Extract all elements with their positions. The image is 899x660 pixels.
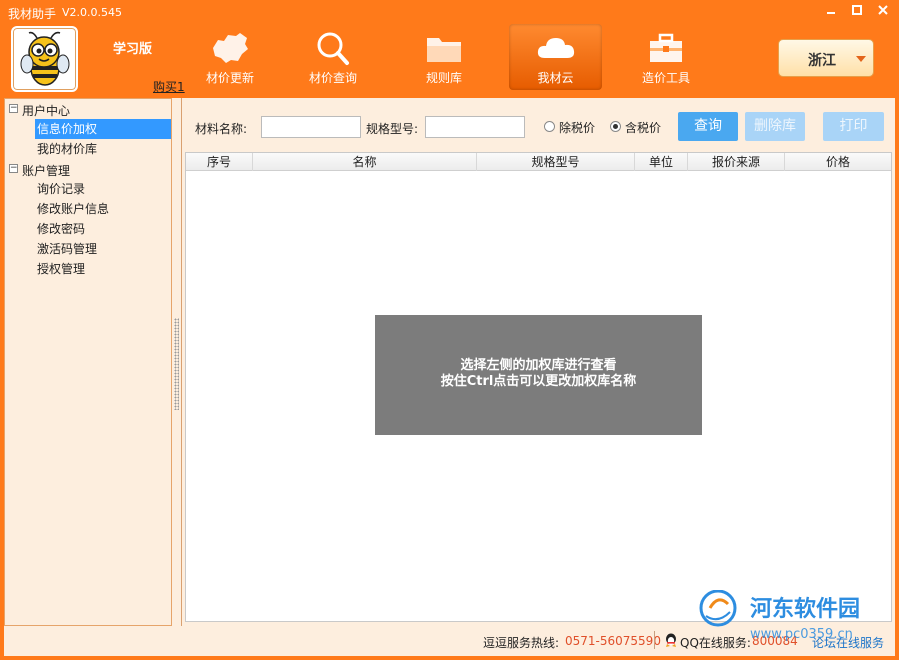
tree-group-label: 账户管理: [22, 164, 71, 178]
material-name-input[interactable]: [261, 116, 361, 138]
tree-group-user-center[interactable]: − 用户中心: [5, 99, 171, 119]
cloud-icon: [537, 38, 574, 58]
nav-cost-tools[interactable]: 造价工具: [618, 24, 714, 90]
hotline-label: 逗逗服务热线:: [483, 636, 560, 650]
app-version: V2.0.0.545: [62, 6, 123, 19]
tree-item-change-password[interactable]: 修改密码: [5, 219, 171, 239]
collapse-icon[interactable]: −: [9, 104, 18, 113]
tree-item-activation-codes[interactable]: 激活码管理: [5, 239, 171, 259]
tree-group-label: 用户中心: [22, 104, 71, 118]
nav-price-update[interactable]: 材价更新: [182, 24, 278, 90]
nav-my-cloud[interactable]: 我材云: [509, 24, 602, 90]
column-header-source[interactable]: 报价来源: [688, 153, 785, 171]
pane-splitter[interactable]: [172, 98, 182, 626]
nav-label: 规则库: [425, 71, 462, 85]
tree-group-account-management[interactable]: − 账户管理: [5, 159, 171, 179]
tree-item-authorization[interactable]: 授权管理: [5, 259, 171, 279]
status-divider: [654, 631, 655, 649]
tree-item-inquiry-records[interactable]: 询价记录: [5, 179, 171, 199]
header-toolbar: 学习版 购买1 材价更新 材价查询 规则库 我材云 造价工具 浙江: [0, 24, 899, 98]
column-header-name[interactable]: 名称: [253, 153, 477, 171]
print-button[interactable]: 打印: [823, 112, 884, 141]
column-header-price[interactable]: 价格: [785, 153, 891, 171]
empty-state-hint: 选择左侧的加权库进行查看 按住Ctrl点击可以更改加权库名称: [375, 315, 702, 435]
qq-penguin-icon: [666, 633, 676, 647]
material-name-label: 材料名称:: [195, 122, 248, 136]
nav-label: 材价查询: [308, 71, 357, 85]
edition-label: 学习版: [113, 42, 153, 57]
china-map-icon: [213, 33, 248, 63]
chevron-down-icon: [856, 56, 866, 62]
sidebar-tree: − 用户中心 信息价加权 我的材价库 − 账户管理 询价记录 修改账户信息 修改…: [4, 98, 172, 626]
nav-label: 我材云: [537, 71, 574, 85]
column-header-index[interactable]: 序号: [186, 153, 253, 171]
filter-bar: 材料名称: 规格型号: 除税价 含税价 查询 删除库 打印: [182, 98, 895, 152]
tree-item-edit-account[interactable]: 修改账户信息: [5, 199, 171, 219]
hint-line-1: 选择左侧的加权库进行查看: [460, 358, 617, 373]
forum-link[interactable]: 论坛在线服务: [812, 634, 884, 651]
app-title: 我材助手: [8, 7, 57, 21]
radio-label: 除税价: [559, 121, 596, 135]
column-header-spec[interactable]: 规格型号: [477, 153, 635, 171]
tree-item-info-price-weighting[interactable]: 信息价加权: [35, 119, 171, 139]
nav-rule-library[interactable]: 规则库: [396, 24, 492, 90]
bee-logo: [11, 26, 78, 92]
spec-label: 规格型号:: [366, 122, 419, 136]
qq-label: QQ在线服务:: [680, 636, 751, 650]
maximize-icon[interactable]: [848, 4, 866, 20]
status-bar: 逗逗服务热线: 0571-56075590 QQ在线服务: 800084 论坛在…: [4, 626, 895, 656]
hint-line-2: 按住Ctrl点击可以更改加权库名称: [440, 374, 637, 389]
collapse-icon[interactable]: −: [9, 164, 18, 173]
title-bar: 我材助手 V2.0.0.545: [0, 0, 899, 24]
radio-label: 含税价: [625, 121, 662, 135]
qq-number[interactable]: 800084: [752, 634, 798, 648]
magnifier-icon: [317, 32, 349, 65]
column-header-unit[interactable]: 单位: [635, 153, 688, 171]
results-table: 序号 名称 规格型号 单位 报价来源 价格 选择左侧的加权库进行查看 按住Ctr…: [185, 152, 892, 622]
query-button[interactable]: 查询: [678, 112, 738, 141]
buy-link[interactable]: 购买1: [153, 78, 185, 95]
tree-item-my-price-library[interactable]: 我的材价库: [5, 139, 171, 159]
toolbox-icon: [650, 33, 682, 62]
radio-dot[interactable]: [544, 121, 555, 132]
region-select[interactable]: 浙江: [778, 39, 874, 77]
nav-label: 造价工具: [641, 71, 690, 85]
minimize-icon[interactable]: [822, 4, 840, 20]
radio-dot[interactable]: [610, 121, 621, 132]
spec-input[interactable]: [425, 116, 525, 138]
nav-price-query[interactable]: 材价查询: [285, 24, 381, 90]
close-icon[interactable]: [874, 4, 892, 20]
folder-icon: [427, 38, 461, 62]
delete-library-button[interactable]: 删除库: [745, 112, 805, 141]
main-panel: 材料名称: 规格型号: 除税价 含税价 查询 删除库 打印 序号 名称 规格型号…: [182, 98, 895, 626]
hotline-number: 0571-56075590: [565, 634, 661, 648]
nav-label: 材价更新: [205, 71, 254, 85]
region-label: 浙江: [808, 53, 836, 69]
table-header: 序号 名称 规格型号 单位 报价来源 价格: [186, 153, 891, 171]
splitter-grip-icon[interactable]: [174, 318, 179, 410]
